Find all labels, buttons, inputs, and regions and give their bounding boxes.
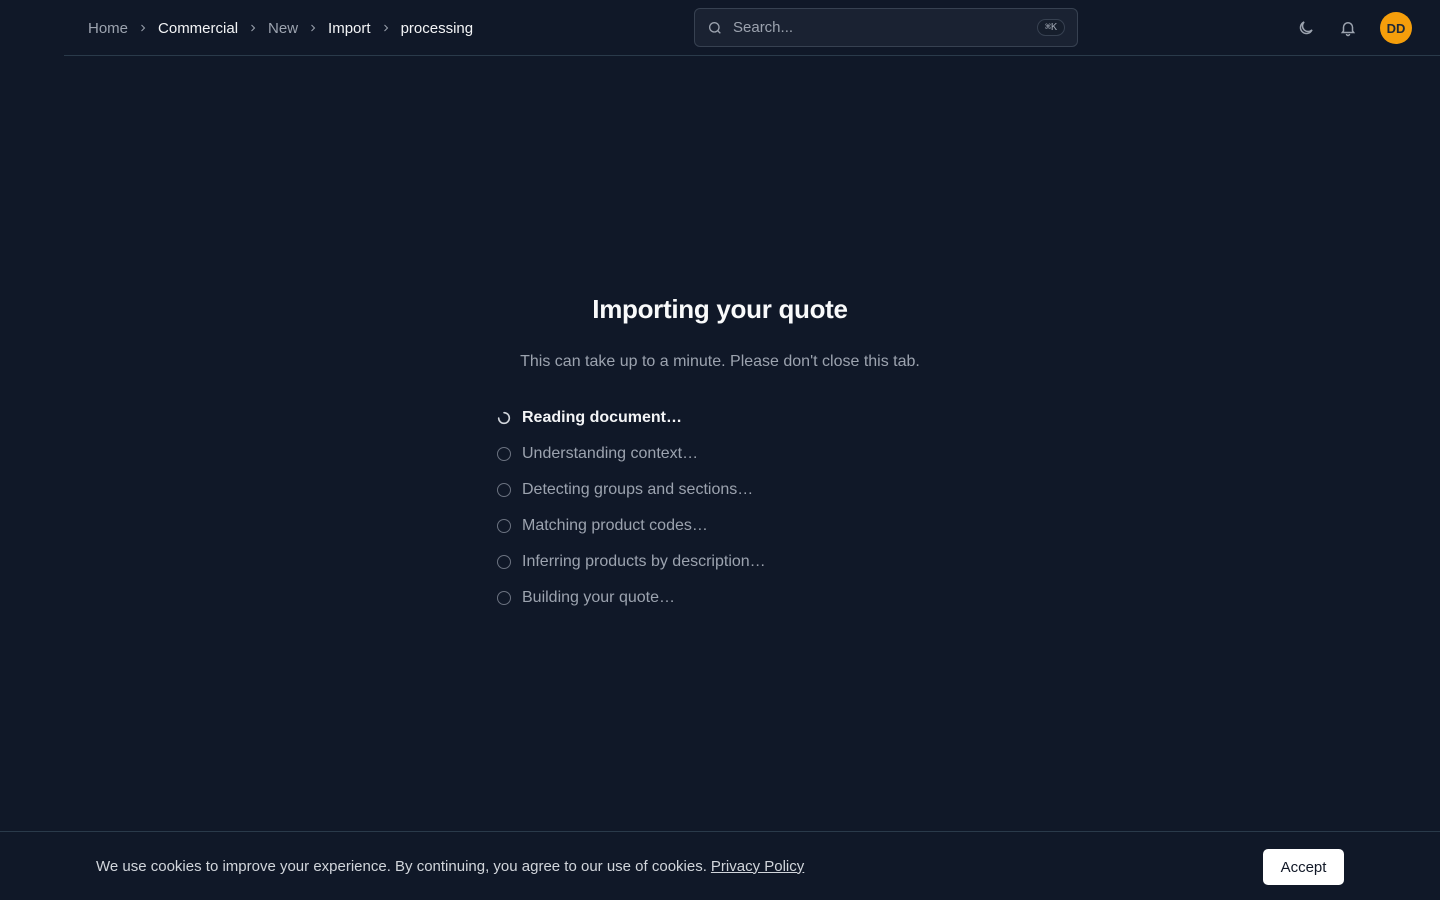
step-building-quote: Building your quote… — [496, 580, 766, 616]
top-actions: DD — [1294, 12, 1412, 44]
chevron-right-icon — [128, 22, 158, 34]
chevron-right-icon — [371, 22, 401, 34]
search-input[interactable] — [733, 19, 1037, 36]
breadcrumb-import[interactable]: Import — [328, 20, 371, 37]
avatar[interactable]: DD — [1380, 12, 1412, 44]
circle-icon — [496, 554, 512, 570]
cookie-text: We use cookies to improve your experienc… — [96, 858, 804, 875]
page-subtitle: This can take up to a minute. Please don… — [520, 353, 920, 370]
step-inferring-products: Inferring products by description… — [496, 544, 766, 580]
step-label: Understanding context… — [522, 445, 699, 462]
bell-icon[interactable] — [1336, 16, 1360, 40]
moon-icon[interactable] — [1294, 16, 1318, 40]
circle-icon — [496, 446, 512, 462]
breadcrumb-home[interactable]: Home — [88, 20, 128, 37]
privacy-policy-link[interactable]: Privacy Policy — [711, 858, 804, 875]
cookie-banner: We use cookies to improve your experienc… — [0, 831, 1440, 900]
step-label: Reading document… — [522, 409, 683, 426]
step-label: Matching product codes… — [522, 517, 708, 534]
search-shortcut-badge: ⌘K — [1036, 19, 1065, 36]
circle-icon — [496, 590, 512, 606]
step-understanding-context: Understanding context… — [496, 436, 766, 472]
chevron-right-icon — [238, 22, 268, 34]
breadcrumb-processing: processing — [400, 19, 474, 37]
page-title: Importing your quote — [592, 294, 848, 324]
cookie-message: We use cookies to improve your experienc… — [96, 857, 707, 875]
breadcrumb: Home Commercial New Import processing — [88, 0, 473, 56]
step-reading-document: Reading document… — [496, 400, 766, 436]
step-label: Building your quote… — [522, 589, 675, 606]
step-matching-codes: Matching product codes… — [496, 508, 766, 544]
search-icon — [707, 20, 723, 36]
top-bar: Home Commercial New Import processing ⌘K… — [64, 0, 1440, 56]
step-label: Inferring products by description… — [522, 553, 766, 570]
step-label: Detecting groups and sections… — [522, 481, 754, 498]
step-detecting-groups: Detecting groups and sections… — [496, 472, 766, 508]
accept-cookies-button[interactable]: Accept — [1263, 849, 1344, 885]
progress-steps: Reading document… Understanding context…… — [496, 400, 766, 616]
search-box[interactable]: ⌘K — [694, 8, 1078, 47]
breadcrumb-commercial[interactable]: Commercial — [158, 20, 238, 37]
breadcrumb-new[interactable]: New — [268, 20, 298, 37]
circle-icon — [496, 518, 512, 534]
main-content: Importing your quote This can take up to… — [0, 56, 1440, 831]
chevron-right-icon — [298, 22, 328, 34]
circle-icon — [496, 482, 512, 498]
spinner-icon — [496, 410, 512, 426]
